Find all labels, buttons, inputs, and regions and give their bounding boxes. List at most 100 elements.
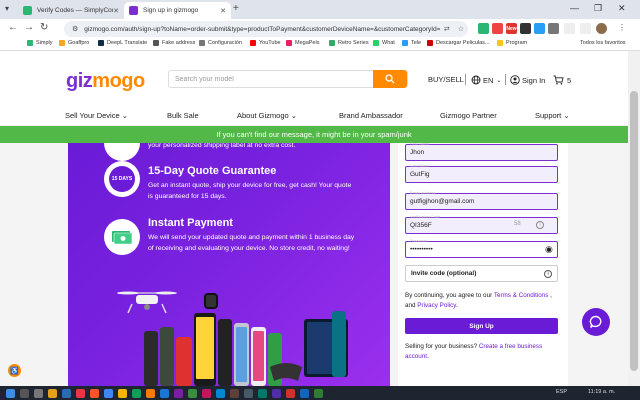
browser-tab-simplycodes[interactable]: Verify Codes — SimplyCodes ✕	[18, 2, 124, 19]
terms-link[interactable]: Terms & Conditions	[494, 292, 549, 299]
taskbar-app-icon[interactable]	[216, 389, 225, 398]
extension-icon[interactable]	[534, 23, 545, 34]
taskbar-app-icon[interactable]	[188, 389, 197, 398]
taskbar-app-icon[interactable]	[34, 389, 43, 398]
taskbar-app-icon[interactable]	[286, 389, 295, 398]
nav-gizmogo-partner[interactable]: Gizmogo Partner	[440, 111, 497, 120]
verification-code-input[interactable]	[410, 222, 500, 229]
invite-code-toggle[interactable]: Invite code (optional) i	[405, 265, 558, 282]
taskbar-app-icon[interactable]	[244, 389, 253, 398]
taskbar-app-icon[interactable]	[48, 389, 57, 398]
taskbar-app-icon[interactable]	[258, 389, 267, 398]
menu-kebab-icon[interactable]: ⋮	[618, 23, 626, 32]
all-bookmarks-button[interactable]: Todos los favoritos	[580, 40, 626, 46]
bookmark-item[interactable]: Simply	[27, 40, 53, 46]
reload-icon[interactable]: ↻	[40, 22, 48, 33]
email-input[interactable]	[410, 198, 530, 205]
bookmark-favicon	[427, 40, 433, 46]
bookmark-item[interactable]: Configuración	[199, 40, 242, 46]
language-selector[interactable]: EN ⌄	[471, 75, 501, 85]
taskbar-app-icon[interactable]	[132, 389, 141, 398]
close-window-icon[interactable]: ✕	[618, 3, 626, 14]
bookmark-item[interactable]: Tele	[402, 40, 421, 46]
close-tab-icon[interactable]: ✕	[220, 7, 226, 15]
sidebar-icon[interactable]	[564, 23, 575, 34]
bookmark-item[interactable]: DeepL Translate	[98, 40, 147, 46]
taskbar-app-icon[interactable]	[300, 389, 309, 398]
maximize-icon[interactable]: ❐	[594, 3, 602, 14]
translate-icon[interactable]: ⇄	[444, 25, 450, 33]
chrome-taskbar-icon[interactable]	[104, 389, 113, 398]
bookmark-item[interactable]: Descargar Peliculas...	[427, 40, 490, 46]
language-indicator[interactable]: ESP	[556, 389, 567, 395]
sign-in-link[interactable]: Sign In	[510, 75, 545, 85]
taskbar-app-icon[interactable]	[76, 389, 85, 398]
taskbar-app-icon[interactable]	[174, 389, 183, 398]
show-password-eye-icon[interactable]: ◉	[545, 244, 553, 255]
bookmark-item[interactable]: YouTube	[250, 40, 281, 46]
nav-about-gizmogo[interactable]: About Gizmogo ⌄	[237, 111, 297, 120]
browser-toolbar: ← → ↻ ⚙ gizmogo.com/auth/sign-up?toName=…	[0, 19, 640, 39]
first-name-input[interactable]	[410, 149, 530, 156]
nav-brand-ambassador[interactable]: Brand Ambassador	[339, 111, 403, 120]
taskbar-app-icon[interactable]	[314, 389, 323, 398]
devices-illustration	[117, 291, 348, 386]
resend-countdown: 58	[514, 221, 521, 227]
back-icon[interactable]: ←	[8, 22, 18, 33]
cash-payment-icon	[104, 219, 140, 255]
search-input[interactable]	[175, 73, 371, 86]
taskbar-app-icon[interactable]	[90, 389, 99, 398]
bookmark-label: Configuración	[208, 40, 242, 46]
bookmark-item[interactable]: Fake address	[153, 40, 195, 46]
tab-search-icon[interactable]: ▾	[5, 4, 9, 13]
taskbar-app-icon[interactable]	[272, 389, 281, 398]
bookmark-item[interactable]: MegaPels	[286, 40, 319, 46]
chat-button[interactable]	[582, 308, 610, 336]
nav-support[interactable]: Support ⌄	[535, 111, 570, 120]
info-icon[interactable]: i	[536, 221, 544, 229]
browser-tab-gizmogo[interactable]: Sign up in gizmogo ✕	[124, 2, 231, 19]
page-scrollbar[interactable]	[628, 51, 640, 386]
new-tab-icon[interactable]: +	[233, 3, 239, 14]
site-info-icon[interactable]: ⚙	[72, 25, 78, 33]
extension-icon[interactable]	[520, 23, 531, 34]
feature-title: 15-Day Quote Guarantee	[148, 165, 277, 177]
gizmogo-logo[interactable]: gizmogo	[66, 70, 145, 93]
taskbar-app-icon[interactable]	[230, 389, 239, 398]
search-button[interactable]	[373, 70, 407, 88]
scrollbar-thumb[interactable]	[630, 91, 638, 371]
bookmark-star-icon[interactable]: ☆	[458, 25, 464, 33]
nav-sell-your-device[interactable]: Sell Your Device ⌄	[65, 111, 128, 120]
taskbar-app-icon[interactable]	[202, 389, 211, 398]
bookmark-item[interactable]: Program	[497, 40, 527, 46]
privacy-link[interactable]: Privacy Policy	[417, 302, 456, 309]
forward-icon[interactable]: →	[24, 22, 34, 33]
profile-avatar[interactable]	[596, 23, 607, 34]
taskbar-app-icon[interactable]	[146, 389, 155, 398]
password-input[interactable]	[410, 246, 530, 253]
accessibility-button[interactable]: ♿	[8, 364, 21, 377]
nav-bulk-sale[interactable]: Bulk Sale	[167, 111, 199, 120]
taskbar-app-icon[interactable]	[160, 389, 169, 398]
buy-sell-link[interactable]: BUY/SELL	[428, 75, 464, 84]
cart-button[interactable]: 5	[553, 75, 571, 85]
extensions-puzzle-icon[interactable]	[548, 23, 559, 34]
taskbar-app-icon[interactable]	[62, 389, 71, 398]
taskbar-app-icon[interactable]	[20, 389, 29, 398]
start-windows-icon[interactable]	[6, 389, 15, 398]
sign-up-button[interactable]: Sign Up	[405, 318, 558, 334]
bookmark-item[interactable]: Goaffpro	[59, 40, 89, 46]
info-icon[interactable]: i	[544, 269, 552, 278]
close-tab-icon[interactable]: ✕	[113, 7, 119, 15]
extension-icon[interactable]	[492, 23, 503, 34]
taskbar-app-icon[interactable]	[118, 389, 127, 398]
bookmark-item[interactable]: Retro Series	[329, 40, 369, 46]
simplycodes-extension-icon[interactable]	[478, 23, 489, 34]
bookmark-item[interactable]: What	[373, 40, 395, 46]
download-icon[interactable]	[580, 23, 591, 34]
minimize-icon[interactable]: —	[570, 3, 579, 13]
new-badge-extension-icon[interactable]: New	[506, 23, 517, 34]
address-bar[interactable]: ⚙ gizmogo.com/auth/sign-up?toName=order-…	[64, 21, 468, 37]
clock[interactable]: 11:19 a. m.	[588, 389, 615, 395]
last-name-input[interactable]	[410, 171, 530, 178]
